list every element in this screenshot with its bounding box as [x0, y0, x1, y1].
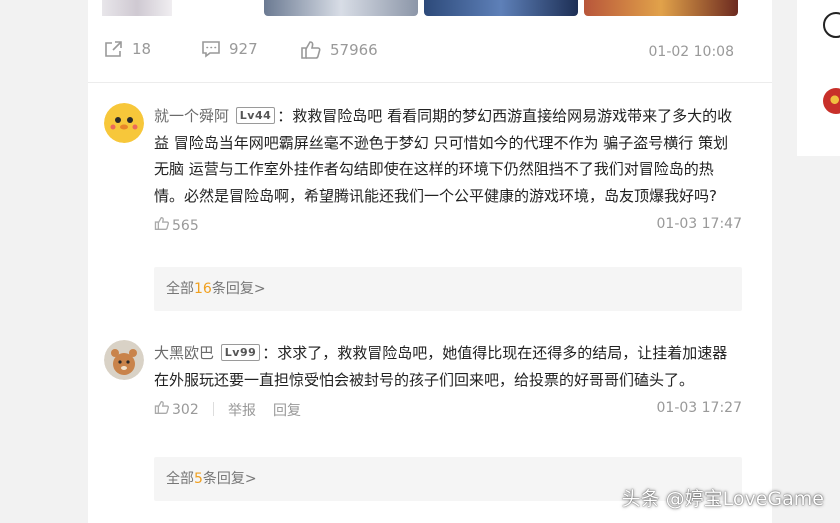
share-count: 18	[132, 40, 152, 58]
thumbnail-image[interactable]	[102, 0, 172, 16]
divider	[88, 82, 772, 83]
comment-body: 就一个舜阿 Lv44 ：救救冒险岛吧 看看同期的梦幻西游直接给网易游戏带来了多大的…	[154, 103, 742, 311]
like-count: 57966	[330, 41, 378, 59]
replies-suffix: 条回复>	[211, 281, 266, 297]
username[interactable]: 大黑欧巴	[154, 344, 214, 362]
reply-count: 16	[194, 281, 212, 297]
thumbs-up-icon	[154, 400, 170, 419]
comment-timestamp: 01-03 17:47	[656, 216, 742, 232]
view-replies-button[interactable]: 全部16条回复>	[154, 267, 742, 311]
comment-icon	[201, 40, 221, 58]
replies-suffix: 条回复>	[202, 471, 257, 487]
replies-prefix: 全部	[166, 281, 194, 297]
comment-like-count: 302	[172, 401, 199, 418]
avatar[interactable]	[823, 88, 840, 114]
sidebar-card	[797, 0, 840, 156]
like-button[interactable]: 57966	[300, 40, 378, 60]
reply-count: 5	[194, 471, 203, 487]
share-button[interactable]: 18	[104, 40, 151, 58]
watermark: 头条 @婷宝LoveGame	[621, 488, 824, 510]
level-badge: Lv99	[220, 344, 261, 361]
thumbs-up-icon	[154, 216, 170, 235]
comment-like-count: 565	[172, 217, 199, 234]
share-icon	[104, 40, 124, 58]
divider	[213, 402, 214, 416]
level-badge: Lv44	[235, 107, 276, 124]
avatar[interactable]	[823, 12, 840, 38]
comment-meta: 302 举报 回复 01-03 17:27	[154, 400, 742, 422]
post-timestamp: 01-02 10:08	[648, 44, 734, 60]
reply-button[interactable]: 回复	[273, 400, 301, 420]
replies-prefix: 全部	[166, 471, 194, 487]
comment-meta: 565 01-03 17:47	[154, 216, 742, 238]
avatar[interactable]	[104, 340, 144, 380]
comment-timestamp: 01-03 17:27	[656, 400, 742, 416]
comment-text-block: 大黑欧巴 Lv99 ：求求了，救救冒险岛吧，她值得比现在还得多的结局，让挂着加速器…	[154, 340, 742, 393]
comment-count: 927	[229, 40, 258, 58]
username[interactable]: 就一个舜阿	[154, 107, 229, 125]
comment-button[interactable]: 927	[201, 40, 258, 58]
report-button[interactable]: 举报	[228, 400, 256, 420]
post-action-bar: 18 927 57966 01-02 10:08	[88, 36, 772, 66]
comment-body: 大黑欧巴 Lv99 ：求求了，救救冒险岛吧，她值得比现在还得多的结局，让挂着加速器…	[154, 340, 742, 501]
avatar[interactable]	[104, 103, 144, 143]
image-strip	[88, 0, 772, 16]
thumbnail-image[interactable]	[584, 0, 738, 16]
thumbs-up-icon	[300, 40, 322, 60]
article-card: 18 927 57966 01-02 10:08 就一个舜阿 Lv44 ：救救冒…	[88, 0, 772, 523]
comment-like-button[interactable]: 565	[154, 216, 199, 235]
thumbnail-image[interactable]	[424, 0, 578, 16]
comment-text-block: 就一个舜阿 Lv44 ：救救冒险岛吧 看看同期的梦幻西游直接给网易游戏带来了多大的…	[154, 103, 742, 209]
comment-like-button[interactable]: 302	[154, 400, 199, 419]
thumbnail-image[interactable]	[264, 0, 418, 16]
